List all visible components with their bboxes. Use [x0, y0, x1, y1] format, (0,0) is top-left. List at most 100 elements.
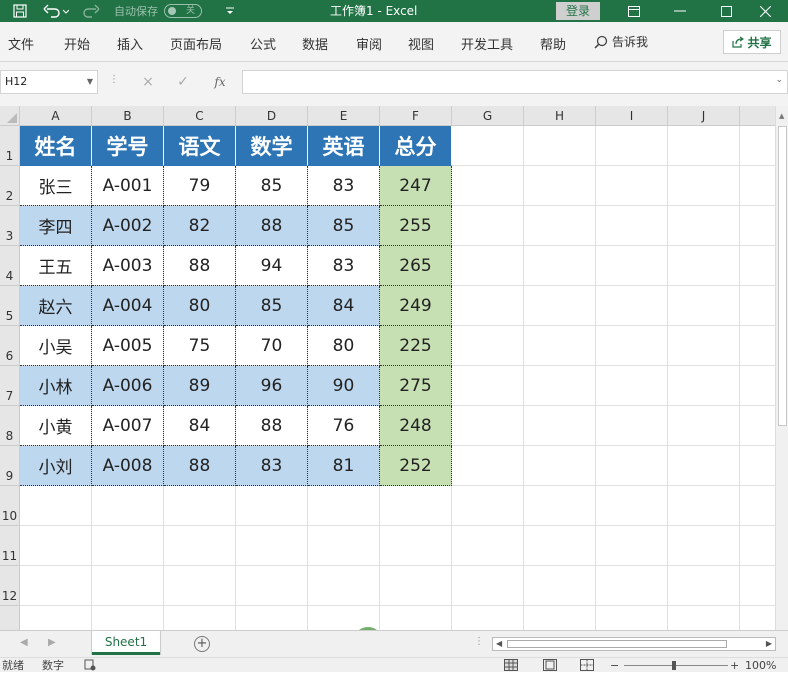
- column-header-h[interactable]: H: [524, 106, 596, 126]
- column-header-e[interactable]: E: [308, 106, 380, 126]
- ribbon-display-icon[interactable]: [611, 0, 657, 22]
- table-cell[interactable]: 80: [164, 286, 236, 326]
- column-header-k[interactable]: [740, 106, 775, 126]
- column-header-i[interactable]: I: [596, 106, 668, 126]
- tab-file[interactable]: 文件: [8, 34, 34, 53]
- row-header-6[interactable]: 6: [0, 326, 20, 366]
- vertical-scrollbar[interactable]: ▲: [775, 106, 788, 630]
- cancel-icon[interactable]: ×: [136, 72, 160, 92]
- table-cell[interactable]: A-004: [92, 286, 164, 326]
- column-header-a[interactable]: A: [20, 106, 92, 126]
- table-cell[interactable]: 85: [236, 286, 308, 326]
- column-header-b[interactable]: B: [92, 106, 164, 126]
- table-header-cell[interactable]: 姓名: [20, 126, 92, 166]
- table-cell[interactable]: A-005: [92, 326, 164, 366]
- table-cell[interactable]: 88: [164, 446, 236, 486]
- zoom-slider-knob[interactable]: [672, 661, 676, 670]
- row-header-7[interactable]: 7: [0, 366, 20, 406]
- add-sheet-button[interactable]: +: [194, 636, 210, 652]
- table-cell[interactable]: 79: [164, 166, 236, 206]
- table-cell[interactable]: 84: [308, 286, 380, 326]
- total-cell[interactable]: 247: [380, 166, 452, 206]
- table-cell[interactable]: 小林: [20, 366, 92, 406]
- table-cell[interactable]: A-008: [92, 446, 164, 486]
- table-cell[interactable]: 小黄: [20, 406, 92, 446]
- column-header-j[interactable]: J: [668, 106, 740, 126]
- close-icon[interactable]: [742, 0, 788, 22]
- tab-developer[interactable]: 开发工具: [461, 34, 513, 53]
- column-header-g[interactable]: G: [452, 106, 524, 126]
- split-grip-icon[interactable]: ⋮: [474, 636, 484, 647]
- column-header-d[interactable]: D: [236, 106, 308, 126]
- total-cell[interactable]: 265: [380, 246, 452, 286]
- row-header-12[interactable]: 12: [0, 566, 20, 606]
- table-cell[interactable]: 小吴: [20, 326, 92, 366]
- table-cell[interactable]: A-003: [92, 246, 164, 286]
- expand-formula-icon[interactable]: ⌄: [775, 75, 783, 85]
- table-cell[interactable]: 81: [308, 446, 380, 486]
- table-cell[interactable]: 王五: [20, 246, 92, 286]
- save-icon[interactable]: [8, 0, 32, 22]
- table-cell[interactable]: 82: [164, 206, 236, 246]
- tab-insert[interactable]: 插入: [117, 34, 143, 53]
- formula-input[interactable]: ⌄: [242, 70, 788, 94]
- table-cell[interactable]: 88: [236, 206, 308, 246]
- column-header-f[interactable]: F: [380, 106, 452, 126]
- total-cell[interactable]: 249: [380, 286, 452, 326]
- table-cell[interactable]: 83: [308, 166, 380, 206]
- zoom-in-icon[interactable]: +: [730, 659, 739, 673]
- table-cell[interactable]: 张三: [20, 166, 92, 206]
- row-header-11[interactable]: 11: [0, 526, 20, 566]
- table-header-cell[interactable]: 数学: [236, 126, 308, 166]
- table-cell[interactable]: 小刘: [20, 446, 92, 486]
- tab-page-layout[interactable]: 页面布局: [170, 34, 222, 53]
- table-cell[interactable]: A-002: [92, 206, 164, 246]
- table-cell[interactable]: 85: [308, 206, 380, 246]
- zoom-level[interactable]: 100%: [745, 659, 776, 673]
- table-cell[interactable]: A-006: [92, 366, 164, 406]
- undo-icon[interactable]: [40, 0, 72, 22]
- page-layout-view-icon[interactable]: [543, 659, 557, 675]
- row-header-4[interactable]: 4: [0, 246, 20, 286]
- tab-home[interactable]: 开始: [64, 34, 90, 53]
- autosave-control[interactable]: 自动保存 关: [114, 3, 202, 19]
- total-cell[interactable]: 255: [380, 206, 452, 246]
- worksheet-grid[interactable]: A B C D E F G H I J 1 2 3 4 5 6 7 8 9 10…: [0, 106, 775, 630]
- normal-view-icon[interactable]: [504, 659, 518, 675]
- name-box[interactable]: H12 ▼: [0, 70, 98, 94]
- insert-function-icon[interactable]: fx: [208, 72, 232, 92]
- prev-sheet-icon[interactable]: ◀: [20, 637, 28, 648]
- table-cell[interactable]: 89: [164, 366, 236, 406]
- macro-record-icon[interactable]: [84, 659, 96, 675]
- scroll-left-icon[interactable]: ◀: [496, 638, 502, 650]
- table-cell[interactable]: 83: [308, 246, 380, 286]
- horizontal-scrollbar[interactable]: ◀ ▶: [492, 637, 776, 651]
- next-sheet-icon[interactable]: ▶: [48, 637, 56, 648]
- page-break-view-icon[interactable]: [580, 659, 594, 675]
- row-header-9[interactable]: 9: [0, 446, 20, 486]
- tab-view[interactable]: 视图: [408, 34, 434, 53]
- total-cell[interactable]: 248: [380, 406, 452, 446]
- column-header-c[interactable]: C: [164, 106, 236, 126]
- table-cell[interactable]: 94: [236, 246, 308, 286]
- table-header-cell[interactable]: 英语: [308, 126, 380, 166]
- sheet-tab-sheet1[interactable]: Sheet1: [92, 631, 160, 655]
- table-cell[interactable]: A-007: [92, 406, 164, 446]
- table-cell[interactable]: 76: [308, 406, 380, 446]
- customize-icon[interactable]: [222, 0, 238, 22]
- table-cell[interactable]: 75: [164, 326, 236, 366]
- table-cell[interactable]: A-001: [92, 166, 164, 206]
- table-header-cell[interactable]: 语文: [164, 126, 236, 166]
- login-button[interactable]: 登录: [556, 2, 600, 20]
- row-header-1[interactable]: 1: [0, 126, 20, 166]
- total-cell[interactable]: 225: [380, 326, 452, 366]
- total-cell[interactable]: 252: [380, 446, 452, 486]
- chevron-down-icon[interactable]: ▼: [87, 71, 93, 93]
- table-cell[interactable]: 88: [236, 406, 308, 446]
- enter-icon[interactable]: ✓: [171, 72, 195, 92]
- tab-formulas[interactable]: 公式: [250, 34, 276, 53]
- table-cell[interactable]: 96: [236, 366, 308, 406]
- scroll-up-icon[interactable]: ▲: [779, 112, 784, 120]
- scroll-thumb[interactable]: [778, 126, 787, 426]
- redo-icon[interactable]: [76, 0, 106, 22]
